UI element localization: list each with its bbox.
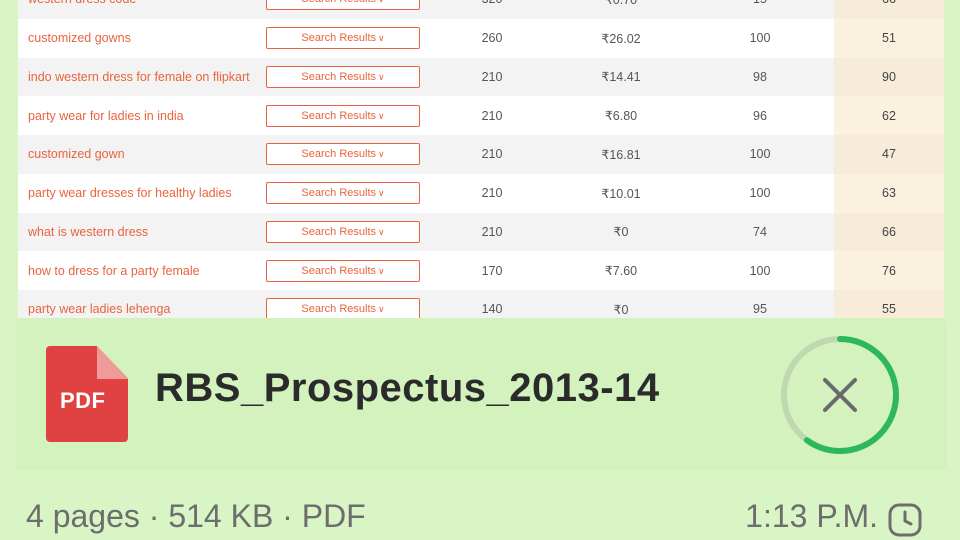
search-results-dropdown[interactable]: Search Results∨	[266, 298, 420, 320]
chevron-down-icon: ∨	[378, 33, 385, 44]
keyword-link[interactable]: party wear ladies lehenga	[18, 290, 258, 320]
table-row: party wear for ladies in india Search Res…	[18, 96, 944, 135]
search-results-cell: Search Results∨	[258, 0, 428, 19]
search-results-label: Search Results	[301, 109, 376, 122]
search-results-label: Search Results	[301, 70, 376, 83]
keyword-link[interactable]: western dress code	[18, 0, 258, 19]
seo-difficulty: 90	[834, 57, 944, 97]
paid-difficulty: 74	[686, 212, 834, 252]
search-volume: 210	[428, 212, 556, 252]
search-results-cell: Search Results∨	[258, 57, 428, 97]
cpc-value: ₹0	[556, 290, 686, 320]
chevron-down-icon: ∨	[378, 265, 385, 276]
pdf-icon-label: PDF	[60, 388, 106, 413]
search-volume: 210	[428, 96, 556, 135]
clock-icon	[888, 503, 922, 537]
chevron-down-icon: ∨	[378, 0, 385, 4]
table-row: customized gowns Search Results ∨ 260 ₹26.02…	[18, 18, 944, 58]
search-volume: 210	[428, 57, 556, 97]
cpc-value: ₹10.01	[556, 173, 686, 213]
chevron-down-icon: ∨	[378, 110, 385, 121]
keyword-link[interactable]: indo western dress for female on flipkar…	[18, 57, 258, 97]
search-volume: 210	[428, 173, 556, 213]
search-results-label: Search Results	[301, 148, 376, 161]
cancel-download-button[interactable]	[780, 335, 900, 455]
close-icon[interactable]	[823, 378, 857, 412]
search-results-cell: Search Results∨	[258, 18, 428, 58]
search-results-cell: Search Results∨	[258, 290, 428, 320]
paid-difficulty: 98	[686, 57, 834, 97]
search-results-dropdown[interactable]: Search Results∨	[266, 143, 420, 166]
table-row: party wear dresses for healthy ladies Sea…	[18, 173, 944, 213]
chevron-down-icon: ∨	[378, 149, 385, 160]
chevron-down-icon: ∨	[378, 188, 385, 199]
keyword-table: western dress codeSearch Results∨320₹0.7…	[18, 0, 944, 320]
paid-difficulty: 100	[686, 135, 834, 174]
keyword-link[interactable]: customized gown	[18, 135, 258, 174]
file-name: RBS_Prospectus_2013-14	[155, 366, 660, 410]
cpc-value: ₹16.81	[556, 135, 686, 174]
search-results-dropdown[interactable]: Search Results∨	[266, 65, 420, 88]
table-row: indo western dress for female on flipkar…	[18, 57, 944, 97]
search-results-cell: Search Results∨	[258, 212, 428, 252]
search-results-cell: Search Results∨	[258, 251, 428, 290]
table-row: party wear ladies lehenga Search Results ∨…	[18, 290, 944, 320]
cpc-value: ₹7.60	[556, 251, 686, 290]
keyword-link[interactable]: party wear dresses for healthy ladies	[18, 173, 258, 213]
search-results-dropdown[interactable]: Search Results∨	[266, 104, 420, 127]
keyword-table-panel: western dress codeSearch Results∨320₹0.7…	[18, 0, 944, 320]
search-results-dropdown[interactable]: Search Results∨	[266, 220, 420, 243]
seo-difficulty: 47	[834, 135, 944, 174]
search-results-label: Search Results	[301, 0, 376, 5]
search-results-cell: Search Results∨	[258, 96, 428, 135]
search-results-label: Search Results	[301, 225, 376, 238]
paid-difficulty: 96	[686, 96, 834, 135]
seo-difficulty: 62	[834, 96, 944, 135]
keyword-link[interactable]: customized gowns	[18, 18, 258, 58]
search-volume: 320	[428, 0, 556, 19]
table-row: western dress code Search Results∨ 320₹0.7…	[18, 0, 944, 19]
cpc-value: ₹0	[556, 212, 686, 252]
search-results-label: Search Results	[301, 264, 376, 277]
paid-difficulty: 100	[686, 18, 834, 58]
seo-difficulty: 51	[834, 18, 944, 58]
seo-difficulty: 63	[834, 173, 944, 213]
search-results-dropdown[interactable]: Search Results∨	[266, 27, 420, 50]
keyword-link[interactable]: what is western dress	[18, 212, 258, 252]
table-row: customized gown Search Results ∨ 210 ₹16.81 1…	[18, 135, 944, 174]
paid-difficulty: 15	[686, 0, 834, 19]
file-meta: 4 pages · 514 KB · PDF	[26, 498, 366, 534]
search-volume: 260	[428, 18, 556, 58]
message-time: 1:13 P.M.	[745, 498, 878, 534]
paid-difficulty: 100	[686, 173, 834, 213]
cpc-value: ₹26.02	[556, 18, 686, 58]
table-row: what is western dress Search Results ∨ 210 ₹…	[18, 212, 944, 252]
search-results-cell: Search Results∨	[258, 173, 428, 213]
table-row: how to dress for a party female Search Re…	[18, 251, 944, 290]
cpc-value: ₹0.70	[556, 0, 686, 19]
search-results-cell: Search Results∨	[258, 135, 428, 174]
search-volume: 170	[428, 251, 556, 290]
search-volume: 210	[428, 135, 556, 174]
chevron-down-icon: ∨	[378, 71, 385, 82]
keyword-link[interactable]: party wear for ladies in india	[18, 96, 258, 135]
cpc-value: ₹6.80	[556, 96, 686, 135]
seo-difficulty: 66	[834, 0, 944, 19]
search-results-dropdown[interactable]: Search Results∨	[266, 259, 420, 282]
seo-difficulty: 66	[834, 212, 944, 252]
search-results-label: Search Results	[301, 303, 376, 316]
chevron-down-icon: ∨	[378, 304, 385, 315]
seo-difficulty: 76	[834, 251, 944, 290]
search-results-label: Search Results	[301, 187, 376, 200]
paid-difficulty: 100	[686, 251, 834, 290]
paid-difficulty: 95	[686, 290, 834, 320]
search-results-dropdown[interactable]: Search Results∨	[266, 0, 420, 11]
seo-difficulty: 55	[834, 290, 944, 320]
chevron-down-icon: ∨	[378, 226, 385, 237]
search-results-dropdown[interactable]: Search Results∨	[266, 182, 420, 205]
search-results-label: Search Results	[301, 32, 376, 45]
search-volume: 140	[428, 290, 556, 320]
cpc-value: ₹14.41	[556, 57, 686, 97]
keyword-link[interactable]: how to dress for a party female	[18, 251, 258, 290]
